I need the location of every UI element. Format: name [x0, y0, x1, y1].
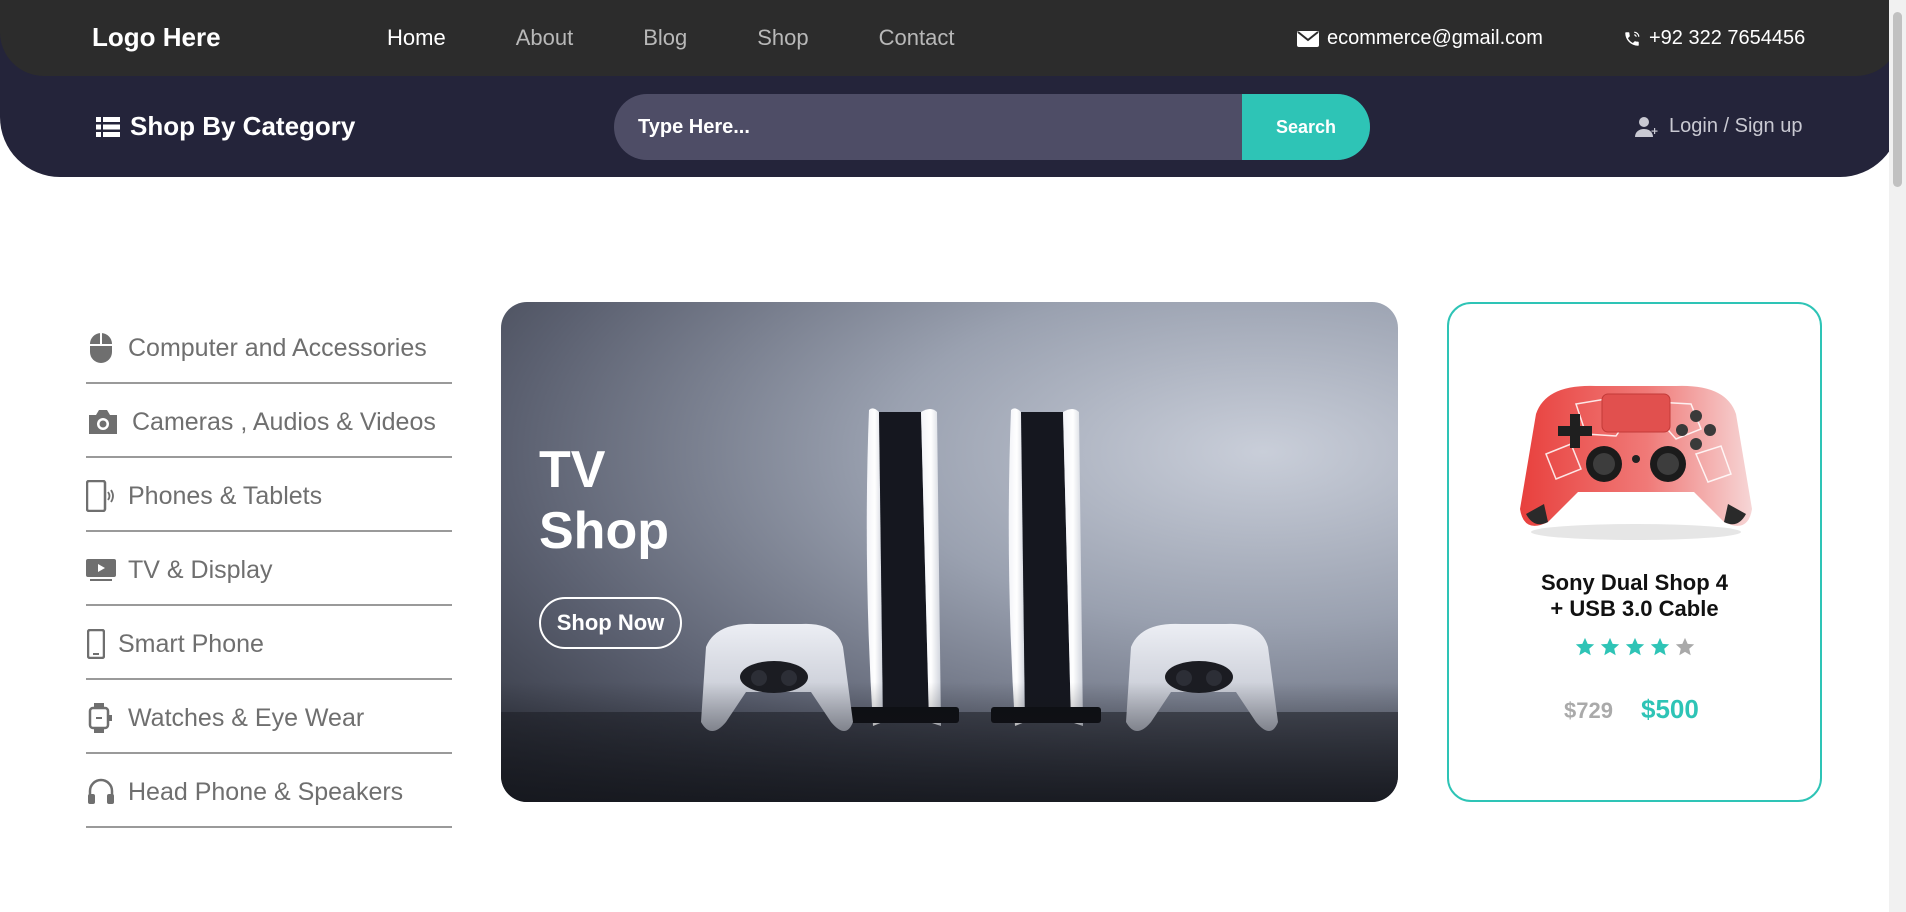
- header: Logo Here Home About Blog Shop Contact e…: [0, 0, 1900, 177]
- email-contact[interactable]: ecommerce@gmail.com: [1297, 27, 1543, 50]
- category-list: Computer and Accessories Cameras , Audio…: [86, 310, 452, 828]
- hero-title-line2: Shop: [539, 502, 669, 560]
- product-title-line1: Sony Dual Shop 4: [1540, 570, 1729, 595]
- nav-home[interactable]: Home: [387, 25, 446, 51]
- category-item-tv-display[interactable]: TV & Display: [86, 532, 452, 606]
- top-bar: Logo Here Home About Blog Shop Contact e…: [0, 0, 1900, 76]
- star-filled-icon: [1625, 637, 1644, 656]
- nav-shop[interactable]: Shop: [757, 25, 808, 51]
- star-empty-icon: [1675, 637, 1694, 656]
- login-signup-link[interactable]: Login / Sign up: [1635, 115, 1802, 138]
- shop-now-button[interactable]: Shop Now: [539, 597, 682, 649]
- phone-tablet-icon: [86, 480, 116, 512]
- search-bar: Search: [614, 94, 1370, 160]
- phone-text: +92 322 7654456: [1649, 27, 1806, 49]
- hero-title: TV Shop: [539, 440, 739, 562]
- product-rating: [1449, 636, 1820, 658]
- category-label: TV & Display: [128, 555, 273, 584]
- category-label: Phones & Tablets: [128, 481, 323, 510]
- category-label: Computer and Accessories: [128, 333, 427, 362]
- category-item-computer[interactable]: Computer and Accessories: [86, 310, 452, 384]
- category-label: Smart Phone: [118, 629, 264, 658]
- scrollbar-thumb[interactable]: [1893, 12, 1902, 187]
- page: Logo Here Home About Blog Shop Contact e…: [0, 0, 1906, 912]
- shop-by-category-button[interactable]: Shop By Category: [96, 111, 355, 142]
- category-item-headphones[interactable]: Head Phone & Speakers: [86, 754, 452, 828]
- product-card[interactable]: Sony Dual Shop 4 + USB 3.0 Cable $729 $5…: [1447, 302, 1822, 802]
- phone-icon: [1625, 31, 1640, 46]
- category-label: Shop By Category: [130, 111, 356, 141]
- product-title-line2: + USB 3.0 Cable: [1550, 596, 1719, 621]
- category-item-watches[interactable]: Watches & Eye Wear: [86, 680, 452, 754]
- category-item-phones-tablets[interactable]: Phones & Tablets: [86, 458, 452, 532]
- main-nav: Home About Blog Shop Contact: [387, 25, 1024, 51]
- tv-icon: [86, 558, 116, 582]
- watch-icon: [86, 703, 116, 733]
- star-filled-icon: [1650, 637, 1669, 656]
- hero-title-line1: TV: [539, 441, 606, 499]
- email-text: ecommerce@gmail.com: [1327, 27, 1543, 49]
- old-price: $729: [1564, 698, 1613, 723]
- gamepad-product-image: [1520, 385, 1752, 540]
- category-label: Head Phone & Speakers: [128, 777, 404, 806]
- search-input[interactable]: [614, 94, 1242, 160]
- star-filled-icon: [1575, 637, 1594, 656]
- new-price: $500: [1641, 694, 1699, 724]
- camera-icon: [86, 409, 120, 435]
- star-filled-icon: [1600, 637, 1619, 656]
- category-label: Watches & Eye Wear: [128, 703, 365, 732]
- login-text: Login / Sign up: [1669, 115, 1803, 137]
- mail-icon: [1297, 30, 1319, 47]
- user-add-icon: [1635, 116, 1658, 137]
- category-item-cameras[interactable]: Cameras , Audios & Videos: [86, 384, 452, 458]
- hero-banner: TV Shop Shop Now: [501, 302, 1398, 802]
- product-title: Sony Dual Shop 4 + USB 3.0 Cable: [1449, 570, 1820, 622]
- smartphone-icon: [86, 629, 106, 659]
- phone-contact[interactable]: +92 322 7654456: [1623, 27, 1805, 50]
- search-button[interactable]: Search: [1242, 94, 1370, 160]
- page-scrollbar[interactable]: [1889, 0, 1906, 912]
- category-item-smart-phone[interactable]: Smart Phone: [86, 606, 452, 680]
- list-icon: [96, 116, 120, 137]
- category-label: Cameras , Audios & Videos: [132, 407, 436, 436]
- logo[interactable]: Logo Here: [92, 22, 221, 53]
- nav-blog[interactable]: Blog: [643, 25, 687, 51]
- nav-about[interactable]: About: [516, 25, 574, 51]
- mouse-icon: [86, 332, 116, 364]
- headphones-icon: [86, 777, 116, 807]
- nav-contact[interactable]: Contact: [879, 25, 955, 51]
- hero-floor-shadow: [501, 682, 1398, 802]
